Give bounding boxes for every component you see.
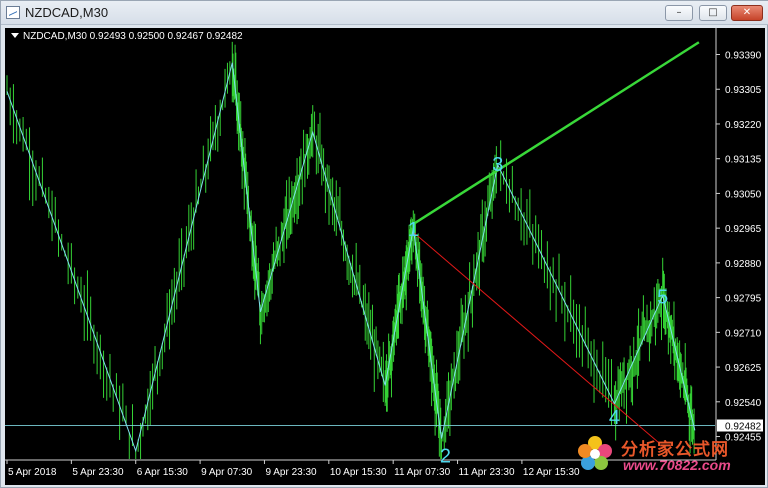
chart-window-icon	[6, 6, 20, 19]
dropdown-triangle-icon	[11, 33, 19, 38]
price-tick-label: 0.92795	[725, 294, 762, 305]
window-title: NZDCAD,M30	[25, 5, 109, 20]
price-tick-label: 0.93220	[725, 120, 762, 131]
time-tick-label: 12 Apr 15:30	[523, 467, 580, 478]
price-tick-label: 0.92965	[725, 224, 762, 235]
symbol-info: NZDCAD,M30 0.92493 0.92500 0.92467 0.924…	[11, 31, 243, 42]
time-tick-label: 5 Apr 23:30	[72, 467, 124, 478]
wave-label-4: 4	[609, 407, 620, 429]
time-tick-label: 5 Apr 2018	[8, 467, 57, 478]
price-tick-label: 0.93390	[725, 51, 762, 62]
price-tick-label: 0.92710	[725, 328, 762, 339]
price-tick-label: 0.93135	[725, 155, 762, 166]
price-chart[interactable]: 1 2 3 4 5 0.93390 0.93305 0.93220 0.93135 0.93050…	[5, 28, 765, 485]
price-tick-label: 0.92625	[725, 363, 762, 374]
time-tick-label: 6 Apr 15:30	[137, 467, 189, 478]
wave-label-2: 2	[440, 446, 451, 468]
time-tick-label: 9 Apr 07:30	[201, 467, 253, 478]
time-tick-label: 11 Apr 07:30	[394, 467, 450, 478]
price-tick-label: 0.93305	[725, 85, 762, 96]
close-button[interactable]: ✕	[731, 5, 763, 21]
chart-window: NZDCAD,M30 – □ ✕ 1 2 3 4 5 0.93390 0.93305 0.93…	[0, 0, 768, 488]
price-tick-label: 0.93050	[725, 189, 762, 200]
time-tick-label: 10 Apr 15:30	[330, 467, 387, 478]
current-price-label: 0.92482	[725, 421, 762, 432]
trend-line[interactable]	[412, 41, 700, 226]
price-tick-label: 0.92880	[725, 259, 762, 270]
chart-canvas[interactable]: 1 2 3 4 5 0.93390 0.93305 0.93220 0.93135 0.93050…	[5, 28, 765, 485]
wave-label-1: 1	[408, 219, 419, 241]
price-tick-label: 0.92540	[725, 398, 762, 409]
time-tick-label: 11 Apr 23:30	[459, 467, 515, 478]
time-tick-label: 9 Apr 23:30	[265, 467, 317, 478]
title-bar[interactable]: NZDCAD,M30 – □ ✕	[1, 1, 768, 25]
maximize-button[interactable]: □	[699, 5, 727, 21]
minimize-button[interactable]: –	[665, 5, 693, 21]
flower-logo-icon	[578, 436, 612, 470]
symbol-info-text: NZDCAD,M30 0.92493 0.92500 0.92467 0.924…	[23, 31, 243, 42]
wave-label-5: 5	[657, 287, 668, 309]
watermark: 分析家公式网 www.70822.com	[573, 433, 763, 477]
wave-label-3: 3	[492, 154, 503, 176]
watermark-url: www.70822.com	[623, 457, 731, 473]
